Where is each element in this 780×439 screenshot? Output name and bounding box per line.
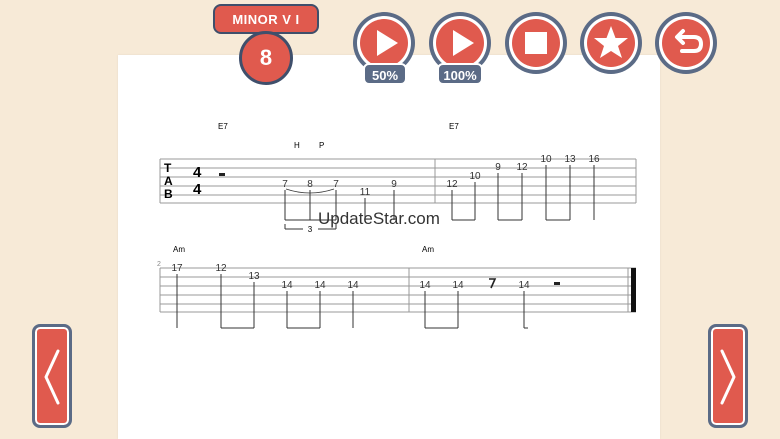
next-button[interactable] <box>708 324 748 428</box>
tab-note: 7 <box>333 179 339 190</box>
chord-label: E7 <box>218 122 228 131</box>
tab-note: 14 <box>281 280 293 291</box>
technique-label: P <box>319 141 324 150</box>
tab-note: 12 <box>446 179 458 190</box>
tab-note: 9 <box>391 179 397 190</box>
tab-note: 11 <box>360 187 371 198</box>
chord-label: Am <box>173 245 185 254</box>
tab-note: 14 <box>314 280 326 291</box>
tab-note: 9 <box>495 162 501 173</box>
measure-number: 2 <box>157 261 161 268</box>
tab-clef-t: T <box>164 161 172 175</box>
tab-note: 7 <box>282 179 288 190</box>
tab-note: 13 <box>564 154 576 165</box>
watermark: UpdateStar.com <box>318 209 440 228</box>
tuplet-label: 3 <box>308 225 313 234</box>
tab-note: 10 <box>469 171 481 182</box>
rest-mark <box>219 173 225 176</box>
tab-note: 13 <box>248 271 260 282</box>
final-barline <box>631 268 636 312</box>
tab-note: 14 <box>419 280 431 291</box>
tab-note: 8 <box>307 179 313 190</box>
time-sig-bottom: 4 <box>193 181 202 198</box>
tab-note: 12 <box>215 263 227 274</box>
tab-clef-b: B <box>164 187 173 201</box>
tab-clef-a: A <box>164 174 173 188</box>
tab-note: 16 <box>588 154 600 165</box>
chord-label: E7 <box>449 122 459 131</box>
tab-note: 14 <box>452 280 464 291</box>
tab-note: 14 <box>518 280 530 291</box>
tab-note: 10 <box>540 154 552 165</box>
tab-note: 17 <box>171 263 183 274</box>
time-sig-top: 4 <box>193 164 202 181</box>
eighth-rest-mark <box>489 278 497 289</box>
rest-mark <box>554 282 560 285</box>
chevron-right-icon <box>720 349 736 405</box>
tab-note: 12 <box>516 162 528 173</box>
tab-note: 14 <box>347 280 359 291</box>
chevron-left-icon <box>44 349 60 405</box>
previous-button[interactable] <box>32 324 72 428</box>
technique-label: H <box>294 141 300 150</box>
chord-label: Am <box>422 245 434 254</box>
